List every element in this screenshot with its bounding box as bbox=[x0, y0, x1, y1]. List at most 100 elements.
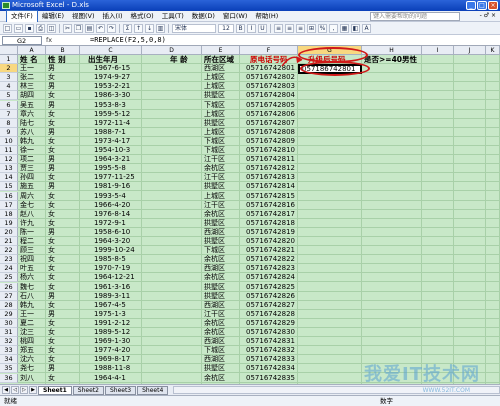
cell-c15[interactable]: 1981-9-16 bbox=[80, 182, 142, 190]
tab-sheet3[interactable]: Sheet3 bbox=[104, 385, 137, 395]
font-select[interactable]: 宋体 bbox=[172, 23, 216, 33]
cell-c16[interactable]: 1993-5-4 bbox=[80, 192, 142, 200]
tab-sheet2[interactable]: Sheet2 bbox=[72, 385, 104, 395]
cell-f27[interactable]: 05716742826 bbox=[240, 292, 298, 300]
row-header[interactable]: 5 bbox=[0, 91, 18, 101]
cell-a14[interactable]: 孙四 bbox=[18, 173, 46, 181]
row-header[interactable]: 33 bbox=[0, 346, 18, 356]
cell-a23[interactable]: 祝四 bbox=[18, 255, 46, 263]
cell-a13[interactable]: 贾三 bbox=[18, 164, 46, 172]
menu-window[interactable]: 窗口(W) bbox=[219, 11, 252, 22]
comma-icon[interactable]: , bbox=[329, 23, 338, 33]
cell-c21[interactable]: 1964-3-20 bbox=[80, 237, 142, 245]
formula-input[interactable]: =REPLACE(F2,5,0,8) bbox=[90, 36, 166, 45]
cell-b30[interactable]: 女 bbox=[46, 319, 80, 327]
cell-b8[interactable]: 女 bbox=[46, 119, 80, 127]
cell-c25[interactable]: 1964-12-21 bbox=[80, 273, 142, 281]
underline-button[interactable]: U bbox=[258, 23, 267, 33]
cell-a5[interactable]: 胡四 bbox=[18, 91, 46, 99]
row-header[interactable]: 35 bbox=[0, 364, 18, 374]
row-header[interactable]: 22 bbox=[0, 246, 18, 256]
cell-f22[interactable]: 05716742821 bbox=[240, 246, 298, 254]
row-header[interactable]: 30 bbox=[0, 318, 18, 328]
cell-e24[interactable]: 西湖区 bbox=[202, 264, 240, 272]
row-header[interactable]: 13 bbox=[0, 164, 18, 174]
cell-c31[interactable]: 1989-5-12 bbox=[80, 328, 142, 336]
cell-c28[interactable]: 1967-4-5 bbox=[80, 301, 142, 309]
row-header[interactable]: 23 bbox=[0, 255, 18, 265]
row-header[interactable]: 36 bbox=[0, 373, 18, 383]
cell-e16[interactable]: 上城区 bbox=[202, 192, 240, 200]
cell-f23[interactable]: 05716742822 bbox=[240, 255, 298, 263]
italic-button[interactable]: I bbox=[247, 23, 256, 33]
cell-a26[interactable]: 魏七 bbox=[18, 283, 46, 291]
cell-e17[interactable]: 江干区 bbox=[202, 201, 240, 209]
cell-b10[interactable]: 女 bbox=[46, 137, 80, 145]
cell-b9[interactable]: 男 bbox=[46, 128, 80, 136]
cell-f30[interactable]: 05716742829 bbox=[240, 319, 298, 327]
cell-f14[interactable]: 05716742813 bbox=[240, 173, 298, 181]
cell-c5[interactable]: 1986-3-30 bbox=[80, 91, 142, 99]
prev-sheet-icon[interactable]: ◁ bbox=[11, 386, 19, 394]
cell-e30[interactable]: 余杭区 bbox=[202, 319, 240, 327]
menu-insert[interactable]: 插入(I) bbox=[99, 11, 127, 22]
cell-c18[interactable]: 1976-8-14 bbox=[80, 210, 142, 218]
cell-f34[interactable]: 05716742833 bbox=[240, 355, 298, 363]
cell-c19[interactable]: 1972-9-1 bbox=[80, 219, 142, 227]
row-header[interactable]: 31 bbox=[0, 328, 18, 338]
cell-b18[interactable]: 女 bbox=[46, 210, 80, 218]
cell-b23[interactable]: 女 bbox=[46, 255, 80, 263]
menu-edit[interactable]: 编辑(E) bbox=[38, 11, 68, 22]
align-right-icon[interactable]: ≡ bbox=[296, 23, 305, 33]
cell-e6[interactable]: 下城区 bbox=[202, 101, 240, 109]
cell-b27[interactable]: 男 bbox=[46, 292, 80, 300]
cell-a31[interactable]: 沈三 bbox=[18, 328, 46, 336]
cell-a16[interactable]: 周六 bbox=[18, 192, 46, 200]
new-icon[interactable]: □ bbox=[3, 23, 12, 33]
cell-e5[interactable]: 拱墅区 bbox=[202, 91, 240, 99]
cell-c32[interactable]: 1969-1-30 bbox=[80, 337, 142, 345]
cell-b21[interactable]: 女 bbox=[46, 237, 80, 245]
menu-data[interactable]: 数据(D) bbox=[188, 11, 219, 22]
menu-help[interactable]: 帮助(H) bbox=[251, 11, 282, 22]
cell-e26[interactable]: 拱墅区 bbox=[202, 283, 240, 291]
menu-format[interactable]: 格式(O) bbox=[127, 11, 158, 22]
row-header[interactable]: 20 bbox=[0, 227, 18, 237]
cell-b7[interactable]: 女 bbox=[46, 110, 80, 118]
cell-a34[interactable]: 沈六 bbox=[18, 355, 46, 363]
cell-a35[interactable]: 尧七 bbox=[18, 364, 46, 372]
cell-f16[interactable]: 05716742815 bbox=[240, 192, 298, 200]
cell-f10[interactable]: 05716742809 bbox=[240, 137, 298, 145]
cell-f15[interactable]: 05716742814 bbox=[240, 182, 298, 190]
cell-b20[interactable]: 男 bbox=[46, 228, 80, 236]
paste-icon[interactable]: ▤ bbox=[85, 23, 94, 33]
cell-b32[interactable]: 女 bbox=[46, 337, 80, 345]
cell-b15[interactable]: 男 bbox=[46, 182, 80, 190]
cell-a25[interactable]: 杨六 bbox=[18, 273, 46, 281]
cell-f18[interactable]: 05716742817 bbox=[240, 210, 298, 218]
cell-e27[interactable]: 拱墅区 bbox=[202, 292, 240, 300]
worksheet-grid[interactable]: ABCDEFGHIJK1姓 名性 别出生年月年 龄所在区域 原电话号码 升级后号码是… bbox=[0, 46, 500, 384]
tab-sheet4[interactable]: Sheet4 bbox=[137, 385, 169, 395]
cell-a20[interactable]: 陈一 bbox=[18, 228, 46, 236]
bold-button[interactable]: B bbox=[236, 23, 245, 33]
cell-f24[interactable]: 05716742823 bbox=[240, 264, 298, 272]
row-header[interactable]: 24 bbox=[0, 264, 18, 274]
menu-tools[interactable]: 工具(T) bbox=[158, 11, 188, 22]
cell-e31[interactable]: 余杭区 bbox=[202, 328, 240, 336]
cell-c36[interactable]: 1964-4-1 bbox=[80, 374, 142, 382]
preview-icon[interactable]: ◫ bbox=[47, 23, 56, 33]
cell-b13[interactable]: 男 bbox=[46, 164, 80, 172]
cell-b34[interactable]: 女 bbox=[46, 355, 80, 363]
cell-a8[interactable]: 陆七 bbox=[18, 119, 46, 127]
borders-icon[interactable]: ▦ bbox=[340, 23, 349, 33]
help-search-input[interactable]: 键入需要帮助的问题 bbox=[370, 12, 460, 21]
cell-e28[interactable]: 西湖区 bbox=[202, 301, 240, 309]
cell-f5[interactable]: 05716742804 bbox=[240, 91, 298, 99]
cell-b28[interactable]: 女 bbox=[46, 301, 80, 309]
cell-f35[interactable]: 05716742834 bbox=[240, 364, 298, 372]
cell-b31[interactable]: 女 bbox=[46, 328, 80, 336]
cell-f36[interactable]: 05716742835 bbox=[240, 374, 298, 382]
cell-e10[interactable]: 下城区 bbox=[202, 137, 240, 145]
cell-c33[interactable]: 1977-4-20 bbox=[80, 346, 142, 354]
